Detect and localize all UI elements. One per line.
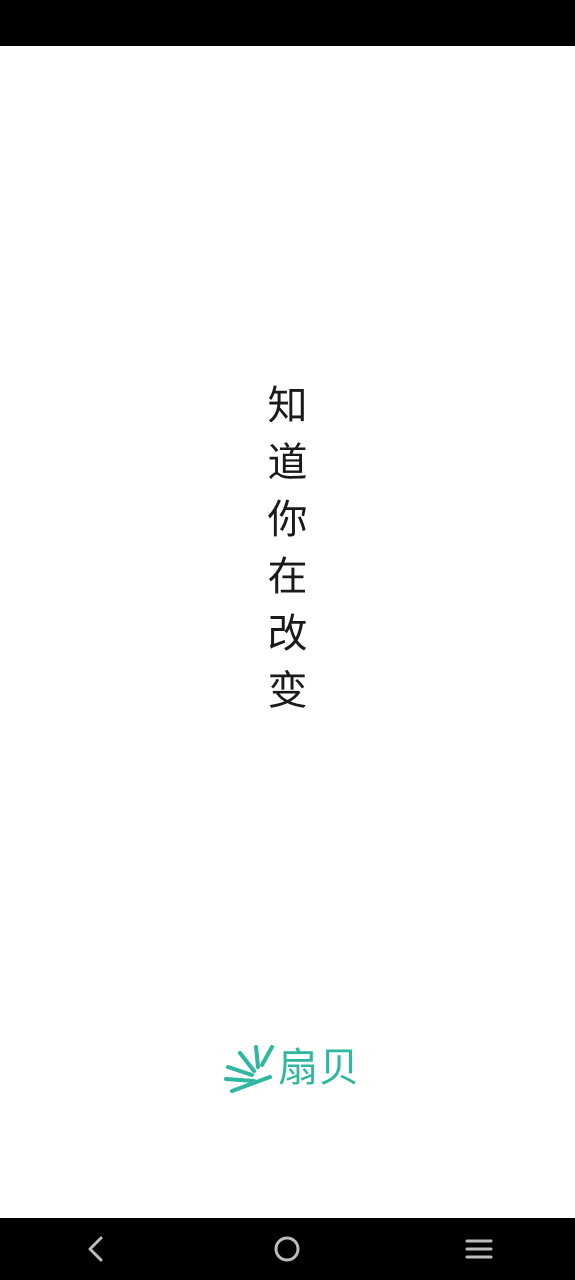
slogan-char: 在: [267, 554, 308, 600]
brand-name: 扇贝: [278, 1045, 360, 1091]
status-bar: [0, 0, 575, 46]
home-circle-icon: [274, 1236, 300, 1262]
home-button[interactable]: [257, 1218, 317, 1280]
slogan-char: 道: [267, 440, 308, 486]
system-navigation-bar: [0, 1218, 575, 1280]
back-chevron-icon: [88, 1236, 103, 1262]
splash-screen: 知 道 你 在 改 变 扇贝: [0, 0, 575, 1280]
menu-lines-icon: [465, 1239, 493, 1259]
slogan-char: 你: [267, 497, 308, 543]
brand-logo: 扇贝: [218, 1040, 360, 1096]
slogan-vertical-text: 知 道 你 在 改 变: [0, 378, 575, 720]
slogan-char: 改: [267, 611, 308, 657]
fan-rays-logo-icon: [224, 1045, 274, 1093]
slogan-char: 变: [267, 668, 308, 714]
back-button[interactable]: [66, 1218, 126, 1280]
slogan-char: 知: [267, 383, 308, 429]
menu-button[interactable]: [449, 1218, 509, 1280]
